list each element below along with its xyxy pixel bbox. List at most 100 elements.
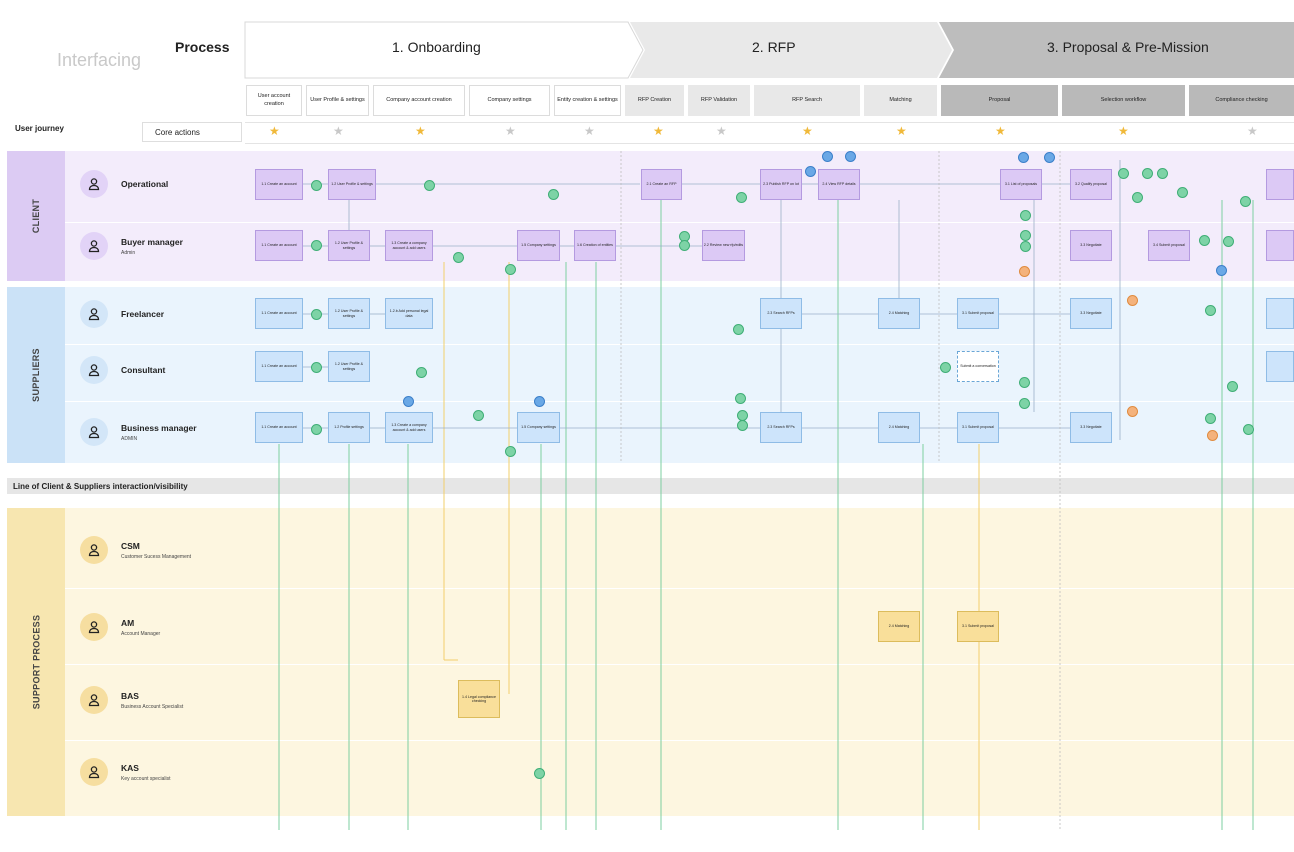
touchpoint-dot[interactable] [733,324,744,335]
box-bs-company-account[interactable]: 1.3 Create a company account & add users [385,412,433,443]
box-op-user-profile[interactable]: 1.2 User Profile & settings [328,169,376,200]
box-co-create-account[interactable]: 1.1 Create an account [255,351,303,382]
box-op-next[interactable] [1266,169,1294,200]
person-icon [80,170,108,198]
person-icon [80,300,108,328]
box-bs-create-account[interactable]: 1.1 Create an account [255,412,303,443]
touchpoint-dot[interactable] [1020,230,1031,241]
box-bm-user-profile[interactable]: 1.2 User Profile & settings [328,230,370,261]
touchpoint-dot[interactable] [1132,192,1143,203]
notification-dot[interactable] [1044,152,1055,163]
box-fr-next[interactable] [1266,298,1294,329]
touchpoint-dot[interactable] [548,189,559,200]
box-bm-negotiate[interactable]: 3.3 Negotiate [1070,230,1112,261]
box-am-submit[interactable]: 3.1 Submit proposal [957,611,999,642]
box-bm-review-rfp[interactable]: 2.2 Review new rfp/edits [702,230,745,261]
box-fr-add-personal[interactable]: 1.2.b Add personal legal data [385,298,433,329]
notification-dot[interactable] [805,166,816,177]
touchpoint-dot[interactable] [1118,168,1129,179]
box-bs-matching[interactable]: 2.4 Matching [878,412,920,443]
touchpoint-dot[interactable] [940,362,951,373]
box-bs-search-rfp[interactable]: 2.3 Search RFPs [760,412,802,443]
touchpoint-dot[interactable] [534,768,545,779]
touchpoint-dot[interactable] [1020,210,1031,221]
box-bm-next[interactable] [1266,230,1294,261]
notification-dot[interactable] [534,396,545,407]
touchpoint-dot[interactable] [1019,377,1030,388]
box-fr-create-account[interactable]: 1.1 Create an account [255,298,303,329]
box-fr-user-profile[interactable]: 1.2 User Profile & settings [328,298,370,329]
person-icon [80,418,108,446]
touchpoint-dot[interactable] [311,362,322,373]
touchpoint-dot[interactable] [1157,168,1168,179]
touchpoint-dot[interactable] [736,192,747,203]
box-bm-create-account[interactable]: 1.1 Create an account [255,230,303,261]
touchpoint-dot[interactable] [473,410,484,421]
role-csm: CSM [121,541,140,551]
notification-dot[interactable] [845,151,856,162]
touchpoint-dot[interactable] [1020,241,1031,252]
role-buyer-manager: Buyer manager [121,237,183,247]
role-operational: Operational [121,179,169,189]
touchpoint-dot[interactable] [505,446,516,457]
box-bm-company-account[interactable]: 1.3 Create a company account & add users [385,230,433,261]
box-bm-creation-entities[interactable]: 1.6 Creation of entities [574,230,616,261]
notification-dot[interactable] [403,396,414,407]
person-icon [80,356,108,384]
touchpoint-dot[interactable] [311,240,322,251]
touchpoint-dot[interactable] [311,424,322,435]
box-bas-compliance[interactable]: 1.4 Legal compliance checking [458,680,500,718]
box-fr-matching[interactable]: 2.4 Matching [878,298,920,329]
person-icon [80,536,108,564]
box-fr-search-rfp[interactable]: 2.3 Search RFPs [760,298,802,329]
touchpoint-dot[interactable] [1205,413,1216,424]
box-op-view-rfp[interactable]: 2.4 View RFP details [818,169,860,200]
box-bs-submit[interactable]: 3.1 Submit proposal [957,412,999,443]
touchpoint-dot[interactable] [1205,305,1216,316]
box-bm-submit[interactable]: 3.4 Submit proposal [1148,230,1190,261]
alert-dot[interactable] [1207,430,1218,441]
box-op-list-proposals[interactable]: 3.1 List of proposals [1000,169,1042,200]
box-fr-submit[interactable]: 3.1 Submit proposal [957,298,999,329]
role-am-subtitle: Account Manager [121,631,161,637]
touchpoint-dot[interactable] [416,367,427,378]
touchpoint-dot[interactable] [1240,196,1251,207]
touchpoint-dot[interactable] [1019,398,1030,409]
box-fr-negotiate[interactable]: 3.3 Negotiate [1070,298,1112,329]
box-bs-company-settings[interactable]: 1.5 Company settings [517,412,560,443]
notification-dot[interactable] [1216,265,1227,276]
box-co-submit-conversation[interactable]: Submit a conversation [957,351,999,382]
touchpoint-dot[interactable] [1227,381,1238,392]
touchpoint-dot[interactable] [1223,236,1234,247]
box-co-next[interactable] [1266,351,1294,382]
box-op-create-rfp[interactable]: 2.1 Create an RFP [641,169,682,200]
box-op-create-account[interactable]: 1.1 Create an account [255,169,303,200]
alert-dot[interactable] [1127,406,1138,417]
box-co-user-profile[interactable]: 1.2 User Profile & settings [328,351,370,382]
box-am-matching[interactable]: 2.4 Matching [878,611,920,642]
alert-dot[interactable] [1019,266,1030,277]
touchpoint-dot[interactable] [505,264,516,275]
touchpoint-dot[interactable] [1142,168,1153,179]
box-bs-negotiate[interactable]: 3.3 Negotiate [1070,412,1112,443]
touchpoint-dot[interactable] [311,309,322,320]
touchpoint-dot[interactable] [453,252,464,263]
touchpoint-dot[interactable] [1243,424,1254,435]
touchpoint-dot[interactable] [424,180,435,191]
box-bs-profile[interactable]: 1.2 Profile settings [328,412,370,443]
notification-dot[interactable] [822,151,833,162]
alert-dot[interactable] [1127,295,1138,306]
role-business-manager: Business manager [121,423,197,433]
box-bm-company-settings[interactable]: 1.5 Company settings [517,230,560,261]
touchpoint-dot[interactable] [737,420,748,431]
touchpoint-dot[interactable] [679,240,690,251]
touchpoint-dot[interactable] [1177,187,1188,198]
touchpoint-dot[interactable] [311,180,322,191]
box-op-publish-rfp[interactable]: 2.3 Publish RFP on lot [760,169,802,200]
person-icon [80,686,108,714]
notification-dot[interactable] [1018,152,1029,163]
touchpoint-dot[interactable] [735,393,746,404]
box-op-qualify[interactable]: 3.2 Qualify proposal [1070,169,1112,200]
role-freelancer: Freelancer [121,309,164,319]
touchpoint-dot[interactable] [1199,235,1210,246]
